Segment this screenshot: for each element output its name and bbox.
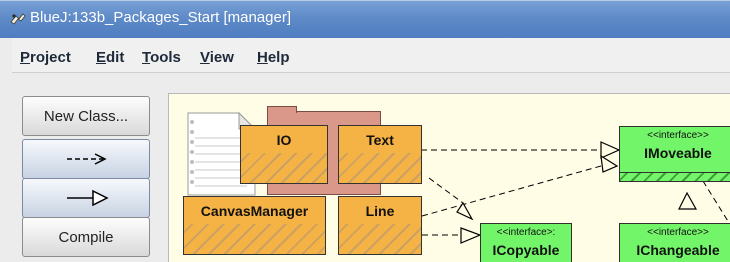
dashed-arrow-icon (67, 153, 107, 165)
interface-ichangeable-name: IChangeable (636, 242, 720, 258)
class-io-uncompiled-hatch (241, 153, 327, 183)
interface-icopyable[interactable]: <<interface>: ICopyable (480, 223, 572, 262)
menu-project[interactable]: Project (20, 49, 71, 66)
bluej-window: BlueJ:133b_Packages_Start [manager] Proj… (0, 0, 730, 262)
new-class-button[interactable]: New Class... (22, 96, 150, 136)
class-line-name: Line (339, 197, 421, 225)
menu-edit[interactable]: Edit (96, 49, 124, 66)
window-title: BlueJ:133b_Packages_Start [manager] (30, 9, 291, 26)
menu-help[interactable]: Help (257, 49, 290, 66)
interface-icopyable-stereotype: <<interface>: (496, 227, 556, 238)
menu-view[interactable]: View (200, 49, 234, 66)
bluej-app-icon (10, 13, 26, 25)
interface-imoveable[interactable]: <<interface>> IMoveable (619, 126, 730, 182)
interface-imoveable-name: IMoveable (644, 145, 712, 161)
interface-ichangeable[interactable]: <<interface>> IChangeable (619, 223, 730, 262)
compile-button[interactable]: Compile (22, 217, 150, 257)
class-canvas-manager[interactable]: CanvasManager (183, 196, 326, 255)
title-bar[interactable]: BlueJ:133b_Packages_Start [manager] (0, 0, 730, 38)
menu-tools[interactable]: Tools (142, 49, 181, 66)
class-canvas-manager-uncompiled-hatch (184, 224, 325, 254)
new-class-label: New Class... (43, 107, 129, 125)
class-io-name: IO (241, 126, 327, 154)
class-io[interactable]: IO (240, 125, 328, 184)
class-line[interactable]: Line (338, 196, 422, 255)
class-text-name: Text (339, 126, 421, 154)
new-uses-arrow-button[interactable] (22, 139, 150, 179)
interface-icopyable-name: ICopyable (492, 242, 560, 258)
compile-label: Compile (58, 228, 114, 246)
interface-imoveable-hatch (620, 172, 730, 181)
interface-ichangeable-stereotype: <<interface>> (647, 227, 709, 238)
class-line-uncompiled-hatch (339, 224, 421, 254)
class-canvas-manager-name: CanvasManager (184, 197, 325, 225)
class-text[interactable]: Text (338, 125, 422, 184)
class-text-uncompiled-hatch (339, 153, 421, 183)
interface-imoveable-stereotype: <<interface>> (647, 130, 709, 141)
new-inherits-arrow-button[interactable] (22, 178, 150, 218)
solid-inherit-arrow-icon (67, 189, 109, 207)
menu-bar: Project Edit Tools View Help (12, 38, 730, 73)
class-diagram[interactable]: u IO Text (168, 93, 730, 262)
